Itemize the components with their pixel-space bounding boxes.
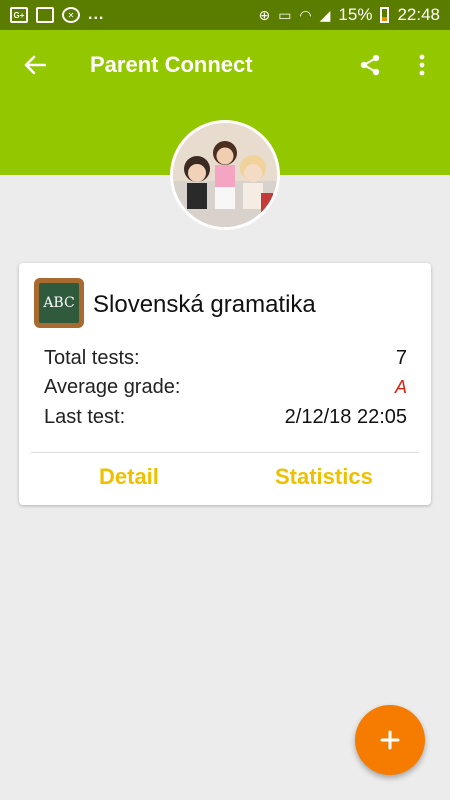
stat-label: Total tests:	[44, 347, 140, 369]
more-vert-icon	[419, 54, 425, 76]
google-plus-icon: G+	[10, 7, 28, 23]
add-fab[interactable]	[355, 705, 425, 775]
status-overflow: ...	[88, 6, 105, 23]
signal-icon: ◢	[319, 6, 331, 23]
stat-total-tests: Total tests: 7	[44, 347, 407, 370]
card-divider	[31, 452, 419, 453]
wifi-icon: ◠	[299, 6, 312, 23]
arrow-left-icon	[24, 55, 46, 75]
xbox-icon: ✕	[62, 7, 80, 23]
plus-icon	[380, 730, 400, 750]
app-title: Parent Connect	[90, 52, 253, 77]
status-bar-right: ⊕ ▭ ◠ ◢ 15% 22:48	[258, 5, 440, 25]
stat-label: Average grade:	[44, 376, 181, 398]
stat-average-grade: Average grade: A	[44, 376, 407, 399]
avatar-photo	[173, 123, 277, 227]
chalkboard-text: ABC	[39, 283, 79, 323]
clock: 22:48	[397, 5, 440, 24]
gallery-icon	[36, 7, 54, 23]
statistics-button[interactable]: Statistics	[275, 464, 373, 490]
subject-name: Slovenská gramatika	[93, 291, 316, 318]
subject-card: ABC Slovenská gramatika Total tests: 7 A…	[19, 263, 431, 505]
stat-value: 7	[395, 347, 407, 369]
stat-value: 2/12/18 22:05	[284, 406, 407, 428]
chalkboard-icon: ABC	[34, 278, 84, 328]
share-button[interactable]	[355, 50, 385, 80]
share-icon	[360, 54, 380, 76]
stat-last-test: Last test: 2/12/18 22:05	[44, 406, 407, 429]
data-saver-icon: ⊕	[258, 6, 271, 23]
status-bar-left: G+ ✕ ...	[10, 6, 104, 24]
battery-percent: 15%	[338, 5, 373, 24]
stat-label: Last test:	[44, 406, 126, 428]
battery-icon	[380, 7, 390, 23]
cast-icon: ▭	[278, 6, 292, 23]
detail-button[interactable]: Detail	[99, 464, 159, 490]
child-avatar[interactable]	[170, 120, 280, 230]
overflow-menu-button[interactable]	[410, 50, 434, 80]
status-bar: G+ ✕ ... ⊕ ▭ ◠ ◢ 15% 22:48	[0, 0, 450, 30]
back-button[interactable]	[20, 50, 50, 80]
grade-badge: A	[394, 377, 407, 397]
